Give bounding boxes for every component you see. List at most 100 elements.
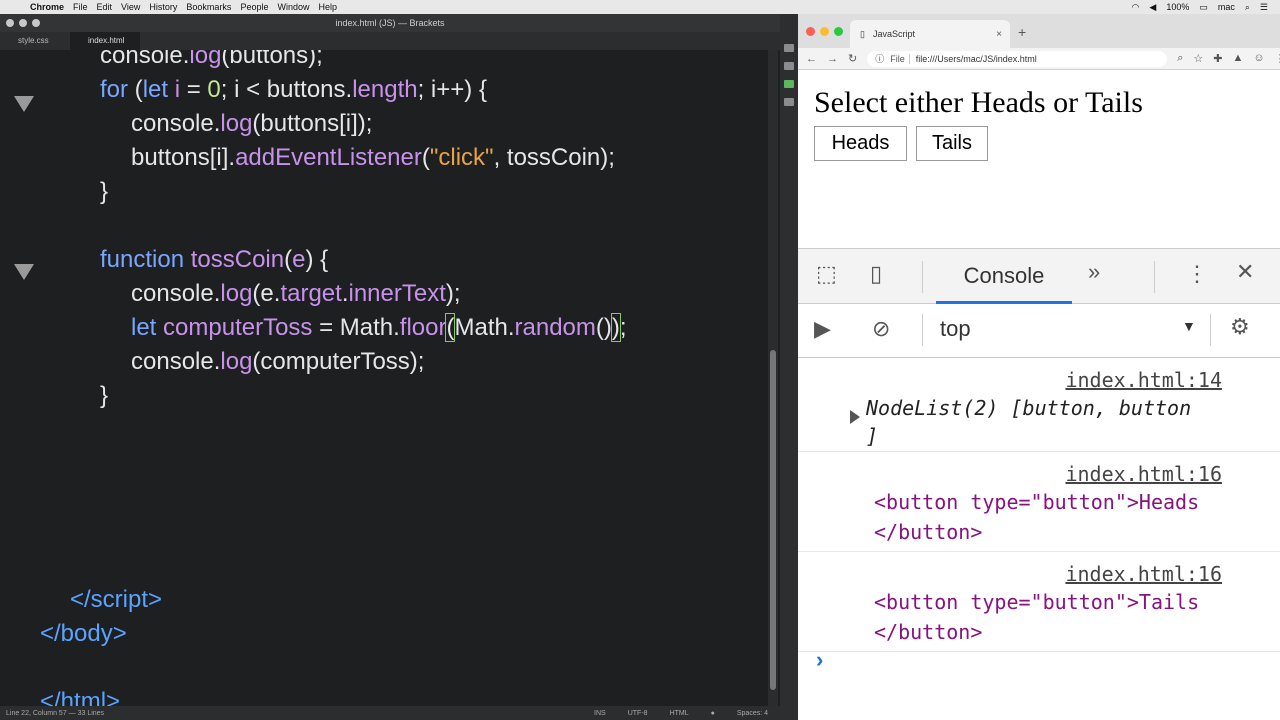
chrome-window: ▯ JavaScript × + ← → ↻ ⓘ File file:///Us… [798, 14, 1280, 720]
extension-icon[interactable]: ✚ [1213, 52, 1222, 65]
console-message: index.html:14 NodeList(2) [button, butto… [798, 358, 1280, 452]
extension-manager-icon[interactable] [784, 62, 794, 70]
divider [1154, 261, 1155, 293]
battery-percent[interactable]: 100% [1166, 2, 1189, 12]
menu-file[interactable]: File [73, 2, 97, 12]
console-message: index.html:16 <button type="button">Tail… [798, 552, 1280, 652]
chrome-menu-icon[interactable]: ⋮ [1275, 52, 1280, 65]
close-window-button[interactable] [806, 27, 815, 36]
menu-history[interactable]: History [149, 2, 186, 12]
minimize-window-button[interactable] [820, 27, 829, 36]
code-line: console.log(buttons); [100, 50, 323, 69]
clear-console-icon[interactable]: ⊘ [872, 316, 890, 342]
code-line: let computerToss = Math.floor(Math.rando… [131, 313, 627, 342]
macos-menubar: Chrome File Edit View History Bookmarks … [0, 0, 1280, 14]
extension-icon[interactable] [784, 98, 794, 106]
new-tab-icon[interactable]: + [1018, 24, 1026, 40]
encoding-select[interactable]: UTF-8 [628, 710, 648, 717]
menu-edit[interactable]: Edit [97, 2, 122, 12]
console-prompt-icon[interactable]: › [816, 647, 823, 673]
editor-titlebar: index.html (JS) — Brackets [0, 14, 780, 32]
url-text[interactable]: file:///Users/mac/JS/index.html [916, 54, 1037, 64]
editor-scrollbar[interactable] [768, 50, 778, 710]
spotlight-icon[interactable]: ⌕ [1245, 2, 1250, 13]
console-output-line[interactable]: NodeList(2) [button, button [866, 396, 1191, 420]
menubar-status-area: ◠ ◀ 100% ▭ mac ⌕ ☰ [1132, 2, 1280, 13]
inspect-element-icon[interactable]: ⬚ [816, 261, 837, 287]
editor-extension-toolbar [780, 14, 798, 720]
language-select[interactable]: HTML [670, 710, 689, 717]
menu-window[interactable]: Window [277, 2, 318, 12]
tab-index-html[interactable]: index.html [70, 32, 140, 50]
console-source-link[interactable]: index.html:16 [1065, 462, 1222, 486]
more-tabs-icon[interactable]: » [1088, 259, 1100, 285]
expand-triangle-icon[interactable] [850, 410, 860, 424]
console-message: index.html:16 <button type="button">Head… [798, 452, 1280, 552]
forward-icon[interactable]: → [827, 53, 838, 65]
browser-tab-title: JavaScript [872, 29, 915, 39]
live-preview-icon[interactable] [784, 44, 794, 52]
back-icon[interactable]: ← [806, 53, 817, 65]
tab-console[interactable]: Console [936, 261, 1072, 304]
dropdown-arrow-icon[interactable]: ▼ [1182, 318, 1196, 334]
indent-indicator-icon: ● [710, 709, 715, 717]
address-scheme-label: File [890, 53, 910, 64]
extension-icon[interactable]: ▲ [1232, 52, 1243, 65]
console-source-link[interactable]: index.html:14 [1065, 368, 1222, 392]
console-output-line[interactable]: <button type="button">Tails [874, 590, 1199, 614]
code-line: </script> [70, 586, 163, 613]
tab-style-css[interactable]: style.css [0, 32, 70, 50]
heads-button[interactable]: Heads [814, 126, 907, 161]
menu-app-name[interactable]: Chrome [30, 2, 73, 12]
address-bar[interactable]: ⓘ File file:///Users/mac/JS/index.html [867, 50, 1168, 67]
page-heading: Select either Heads or Tails [814, 86, 1143, 119]
fold-arrow-icon[interactable] [14, 96, 34, 112]
info-icon[interactable]: ⓘ [875, 52, 884, 65]
devtools-menu-icon[interactable]: ⋮ [1186, 261, 1208, 287]
indent-setting[interactable]: Spaces: 4 [737, 710, 768, 717]
code-line: console.log(e.target.innerText); [131, 280, 461, 307]
chrome-toolbar: ← → ↻ ⓘ File file:///Users/mac/JS/index.… [798, 48, 1280, 70]
fold-arrow-icon[interactable] [14, 264, 34, 280]
console-source-link[interactable]: index.html:16 [1065, 562, 1222, 586]
code-area[interactable]: console.log(buttons); for (let i = 0; i … [0, 50, 768, 710]
bookmark-star-icon[interactable]: ☆ [1193, 52, 1203, 65]
menu-view[interactable]: View [121, 2, 149, 12]
browser-tab[interactable]: ▯ JavaScript × [850, 20, 1010, 48]
zoom-window-button[interactable] [834, 27, 843, 36]
battery-icon[interactable]: ▭ [1199, 2, 1208, 13]
device-toolbar-icon[interactable]: ▯ [870, 261, 882, 287]
divider [922, 261, 923, 293]
menu-bookmarks[interactable]: Bookmarks [186, 2, 240, 12]
menubar-user[interactable]: mac [1218, 2, 1235, 12]
code-line: } [100, 382, 109, 409]
close-devtools-icon[interactable]: ✕ [1236, 259, 1254, 285]
notification-center-icon[interactable]: ☰ [1260, 2, 1268, 13]
profile-avatar-icon[interactable]: ☺ [1253, 52, 1264, 65]
code-line: function tossCoin(e) { [100, 246, 329, 273]
divider [922, 314, 923, 346]
tails-button[interactable]: Tails [916, 126, 988, 161]
wifi-icon[interactable]: ◠ [1132, 2, 1140, 13]
code-line: for (let i = 0; i < buttons.length; i++)… [100, 76, 487, 103]
scrollbar-thumb[interactable] [770, 350, 776, 690]
console-toolbar: ▶ ⊘ top ▼ ⚙ [798, 304, 1280, 358]
editor-file-tabs: style.css index.html [0, 32, 780, 50]
context-selector[interactable]: top [940, 316, 971, 342]
insert-mode[interactable]: INS [594, 710, 606, 717]
zoom-icon[interactable]: ⌕ [1177, 52, 1183, 65]
page-viewport: Select either Heads or Tails Heads Tails [798, 70, 1280, 248]
page-icon: ▯ [860, 28, 865, 39]
console-settings-gear-icon[interactable]: ⚙ [1230, 314, 1250, 340]
console-output-line[interactable]: <button type="button">Heads [874, 490, 1199, 514]
menu-help[interactable]: Help [318, 2, 346, 12]
close-tab-icon[interactable]: × [996, 29, 1002, 40]
code-line: buttons[i].addEventListener("click", tos… [131, 144, 615, 171]
sidebar-toggle-icon[interactable]: ▶ [814, 316, 831, 342]
volume-icon[interactable]: ◀ [1149, 2, 1156, 13]
reload-icon[interactable]: ↻ [848, 52, 857, 65]
menu-people[interactable]: People [240, 2, 277, 12]
editor-window-title: index.html (JS) — Brackets [335, 18, 445, 28]
cursor-position: Line 22, Column 57 — 33 Lines [6, 709, 105, 717]
extension-icon[interactable] [784, 80, 794, 88]
